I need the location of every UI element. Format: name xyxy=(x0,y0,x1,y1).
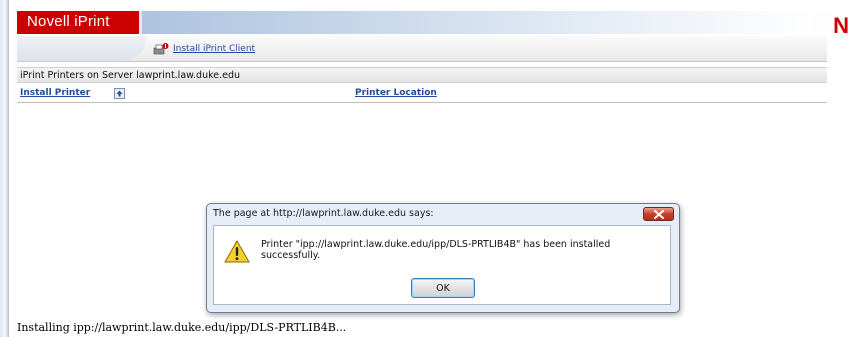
brand-title: Novell iPrint xyxy=(27,13,110,30)
warning-icon xyxy=(224,239,250,263)
dialog-message: Printer "ipp://lawprint.law.duke.edu/ipp… xyxy=(261,239,611,261)
iprint-client-icon xyxy=(153,42,169,56)
toolbar xyxy=(17,36,827,62)
brand-box: Novell iPrint xyxy=(17,11,139,34)
ok-button[interactable]: OK xyxy=(411,278,475,298)
header-banner: Novell iPrint xyxy=(17,11,851,34)
column-headers: Install Printer Printer Location xyxy=(17,86,827,103)
dialog-title: The page at http://lawprint.law.duke.edu… xyxy=(213,208,434,219)
install-client-label[interactable]: Install iPrint Client xyxy=(173,44,255,54)
install-printer-header[interactable]: Install Printer xyxy=(20,88,90,98)
sort-up-icon[interactable] xyxy=(114,88,125,99)
install-client-link[interactable]: Install iPrint Client xyxy=(153,42,255,56)
toolbar-curve xyxy=(17,36,147,61)
alert-dialog: The page at http://lawprint.law.duke.edu… xyxy=(206,203,680,313)
close-icon[interactable] xyxy=(643,207,674,221)
novell-logo: N xyxy=(833,13,849,38)
status-text: Installing ipp://lawprint.law.duke.edu/i… xyxy=(17,321,347,334)
printer-location-header[interactable]: Printer Location xyxy=(355,88,437,98)
window-left-border xyxy=(0,0,9,337)
section-title: iPrint Printers on Server lawprint.law.d… xyxy=(17,67,827,83)
banner-pattern xyxy=(142,11,812,34)
dialog-body: Printer "ipp://lawprint.law.duke.edu/ipp… xyxy=(213,225,671,305)
